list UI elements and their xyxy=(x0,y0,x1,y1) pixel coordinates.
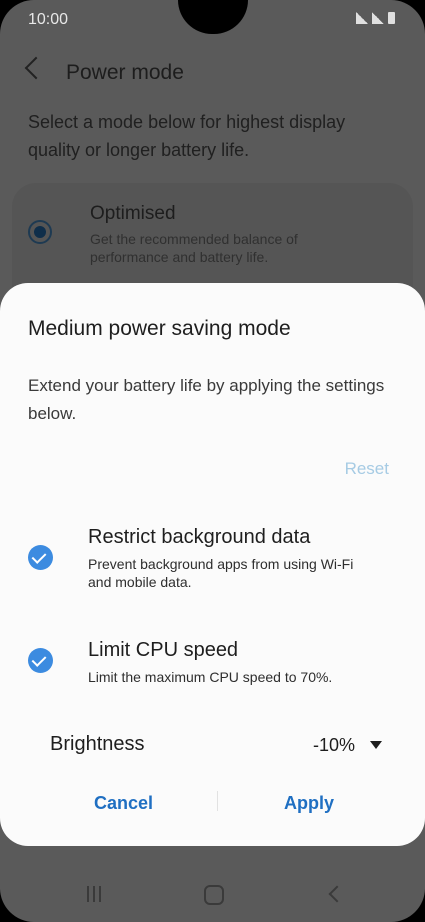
signal-icon xyxy=(372,12,384,24)
back-arrow-icon[interactable] xyxy=(24,56,48,80)
dialog-title: Medium power saving mode xyxy=(28,317,291,340)
battery-icon xyxy=(388,12,395,24)
navigation-bar xyxy=(0,862,425,922)
button-divider xyxy=(217,791,218,811)
reset-button[interactable]: Reset xyxy=(345,459,389,479)
dropdown-caret-icon[interactable] xyxy=(370,741,382,749)
page-description: Select a mode below for highest display … xyxy=(28,112,346,160)
signal-icon xyxy=(356,12,368,24)
nav-back-icon[interactable] xyxy=(328,885,346,903)
radio-selected-icon[interactable] xyxy=(28,220,52,244)
option-subtitle: Get the recommended balance of performan… xyxy=(90,231,298,265)
brightness-label: Brightness xyxy=(50,733,145,755)
system-icons xyxy=(356,12,395,24)
status-time: 10:00 xyxy=(28,11,69,28)
setting-subtitle: Limit the maximum CPU speed to 70%. xyxy=(88,669,333,685)
setting-title[interactable]: Restrict background data xyxy=(88,526,310,549)
cancel-button[interactable]: Cancel xyxy=(94,793,153,814)
setting-subtitle: Prevent background apps from using Wi-Fi… xyxy=(88,556,354,590)
page-title: Power mode xyxy=(66,61,184,84)
app-header: Power mode xyxy=(0,56,425,92)
apply-button[interactable]: Apply xyxy=(284,793,334,814)
check-icon[interactable] xyxy=(28,545,53,570)
option-title[interactable]: Optimised xyxy=(90,203,176,225)
camera-notch xyxy=(178,0,248,34)
brightness-value[interactable]: -10% xyxy=(313,735,355,756)
recents-icon[interactable] xyxy=(87,886,103,902)
power-saving-dialog: Medium power saving mode Extend your bat… xyxy=(0,283,425,846)
phone-screen: 10:00 Power mode Select a mode below for… xyxy=(0,0,425,922)
setting-title[interactable]: Limit CPU speed xyxy=(88,639,238,662)
check-icon[interactable] xyxy=(28,648,53,673)
dialog-description: Extend your battery life by applying the… xyxy=(28,376,385,423)
home-icon[interactable] xyxy=(204,885,224,905)
